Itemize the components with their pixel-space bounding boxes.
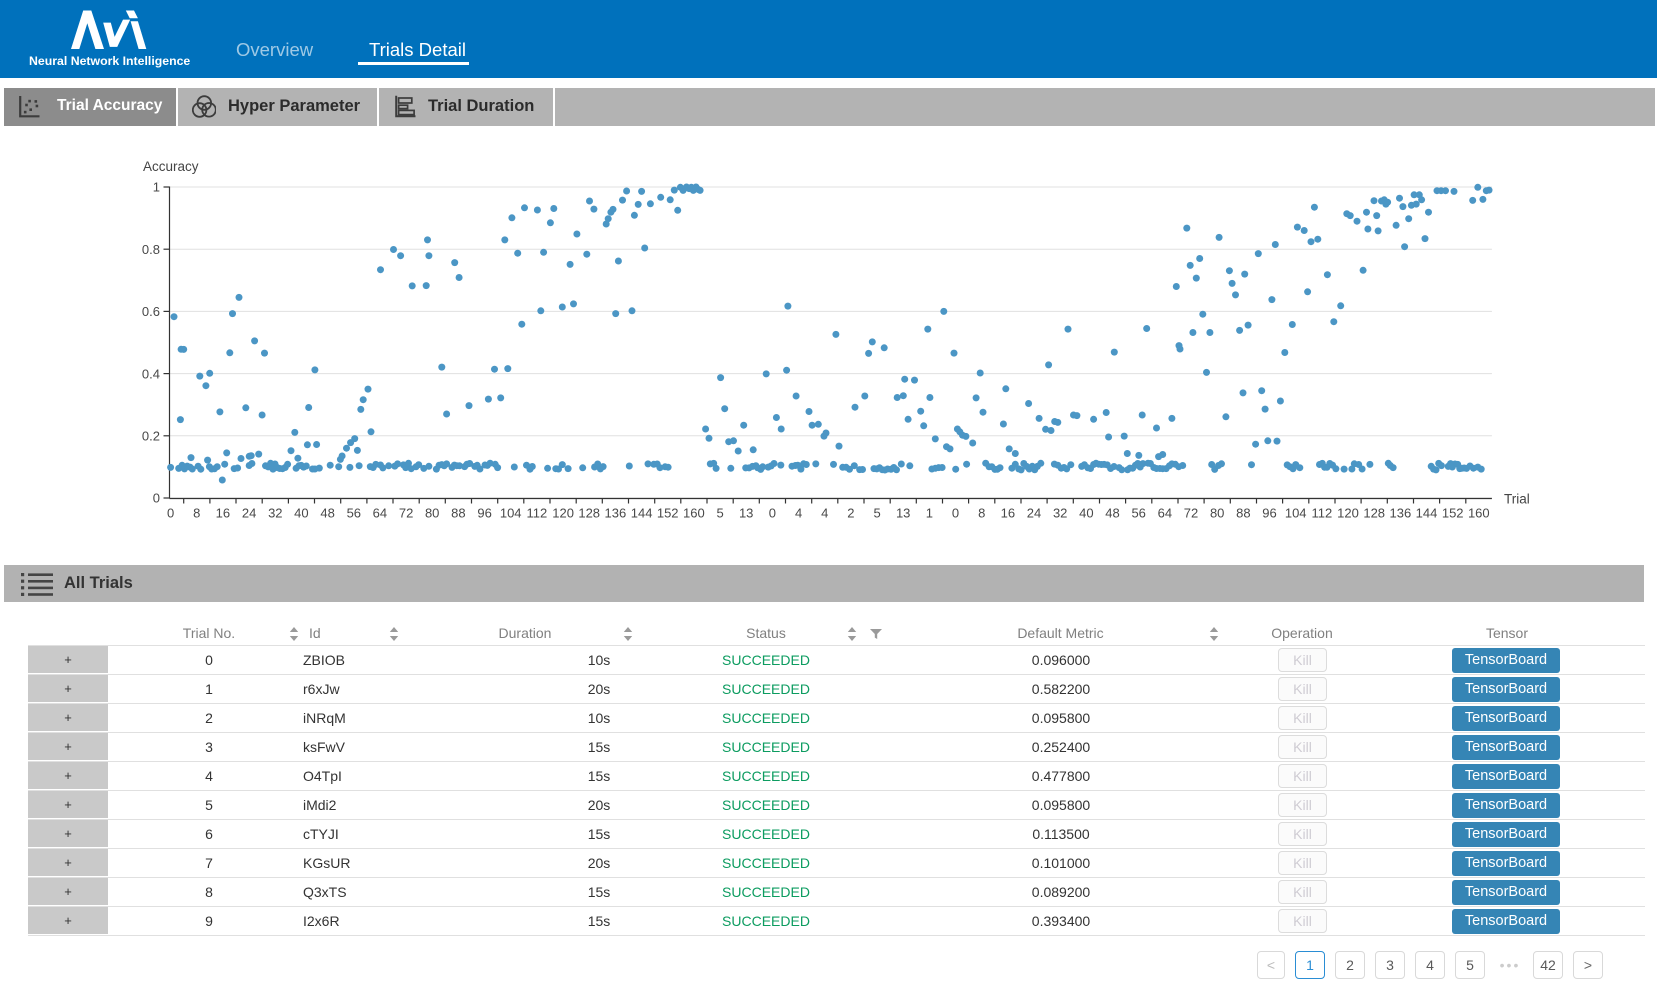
svg-text:88: 88 <box>451 506 465 521</box>
svg-text:64: 64 <box>373 506 387 521</box>
svg-text:160: 160 <box>1468 506 1490 521</box>
svg-text:120: 120 <box>552 506 574 521</box>
svg-text:40: 40 <box>294 506 308 521</box>
svg-text:64: 64 <box>1158 506 1172 521</box>
svg-text:56: 56 <box>1131 506 1145 521</box>
svg-text:40: 40 <box>1079 506 1093 521</box>
svg-text:72: 72 <box>1184 506 1198 521</box>
svg-text:104: 104 <box>1285 506 1307 521</box>
svg-text:0: 0 <box>167 506 174 521</box>
svg-text:5: 5 <box>716 506 723 521</box>
svg-text:0.2: 0.2 <box>142 429 160 444</box>
svg-text:13: 13 <box>739 506 753 521</box>
svg-text:0: 0 <box>153 491 160 506</box>
svg-text:0.8: 0.8 <box>142 242 160 257</box>
svg-text:112: 112 <box>527 506 548 521</box>
svg-text:1: 1 <box>926 506 933 521</box>
svg-text:48: 48 <box>320 506 334 521</box>
svg-text:4: 4 <box>821 506 828 521</box>
svg-text:128: 128 <box>578 506 600 521</box>
svg-text:4: 4 <box>795 506 802 521</box>
svg-text:80: 80 <box>1210 506 1224 521</box>
svg-text:32: 32 <box>1053 506 1067 521</box>
svg-text:16: 16 <box>1001 506 1015 521</box>
svg-text:48: 48 <box>1105 506 1119 521</box>
svg-text:16: 16 <box>216 506 230 521</box>
svg-text:2: 2 <box>847 506 854 521</box>
svg-text:104: 104 <box>500 506 522 521</box>
svg-text:80: 80 <box>425 506 439 521</box>
svg-text:160: 160 <box>683 506 705 521</box>
svg-text:8: 8 <box>978 506 985 521</box>
svg-text:0: 0 <box>769 506 776 521</box>
svg-text:Trial: Trial <box>1504 492 1530 507</box>
svg-text:96: 96 <box>477 506 491 521</box>
svg-text:120: 120 <box>1337 506 1359 521</box>
svg-text:5: 5 <box>873 506 880 521</box>
svg-text:24: 24 <box>242 506 256 521</box>
svg-text:Accuracy: Accuracy <box>143 159 199 174</box>
svg-text:112: 112 <box>1312 506 1333 521</box>
svg-text:144: 144 <box>1416 506 1438 521</box>
svg-text:56: 56 <box>347 506 361 521</box>
svg-text:128: 128 <box>1363 506 1385 521</box>
svg-text:136: 136 <box>1390 506 1412 521</box>
svg-text:96: 96 <box>1262 506 1276 521</box>
svg-text:136: 136 <box>605 506 627 521</box>
svg-text:24: 24 <box>1027 506 1041 521</box>
svg-text:72: 72 <box>399 506 413 521</box>
svg-text:152: 152 <box>657 506 679 521</box>
svg-text:0.4: 0.4 <box>142 366 160 381</box>
svg-text:32: 32 <box>268 506 282 521</box>
svg-text:1: 1 <box>153 180 160 195</box>
svg-text:0: 0 <box>952 506 959 521</box>
svg-text:152: 152 <box>1442 506 1464 521</box>
svg-text:88: 88 <box>1236 506 1250 521</box>
svg-text:8: 8 <box>193 506 200 521</box>
svg-text:0.6: 0.6 <box>142 304 160 319</box>
svg-text:144: 144 <box>631 506 653 521</box>
svg-text:13: 13 <box>896 506 910 521</box>
